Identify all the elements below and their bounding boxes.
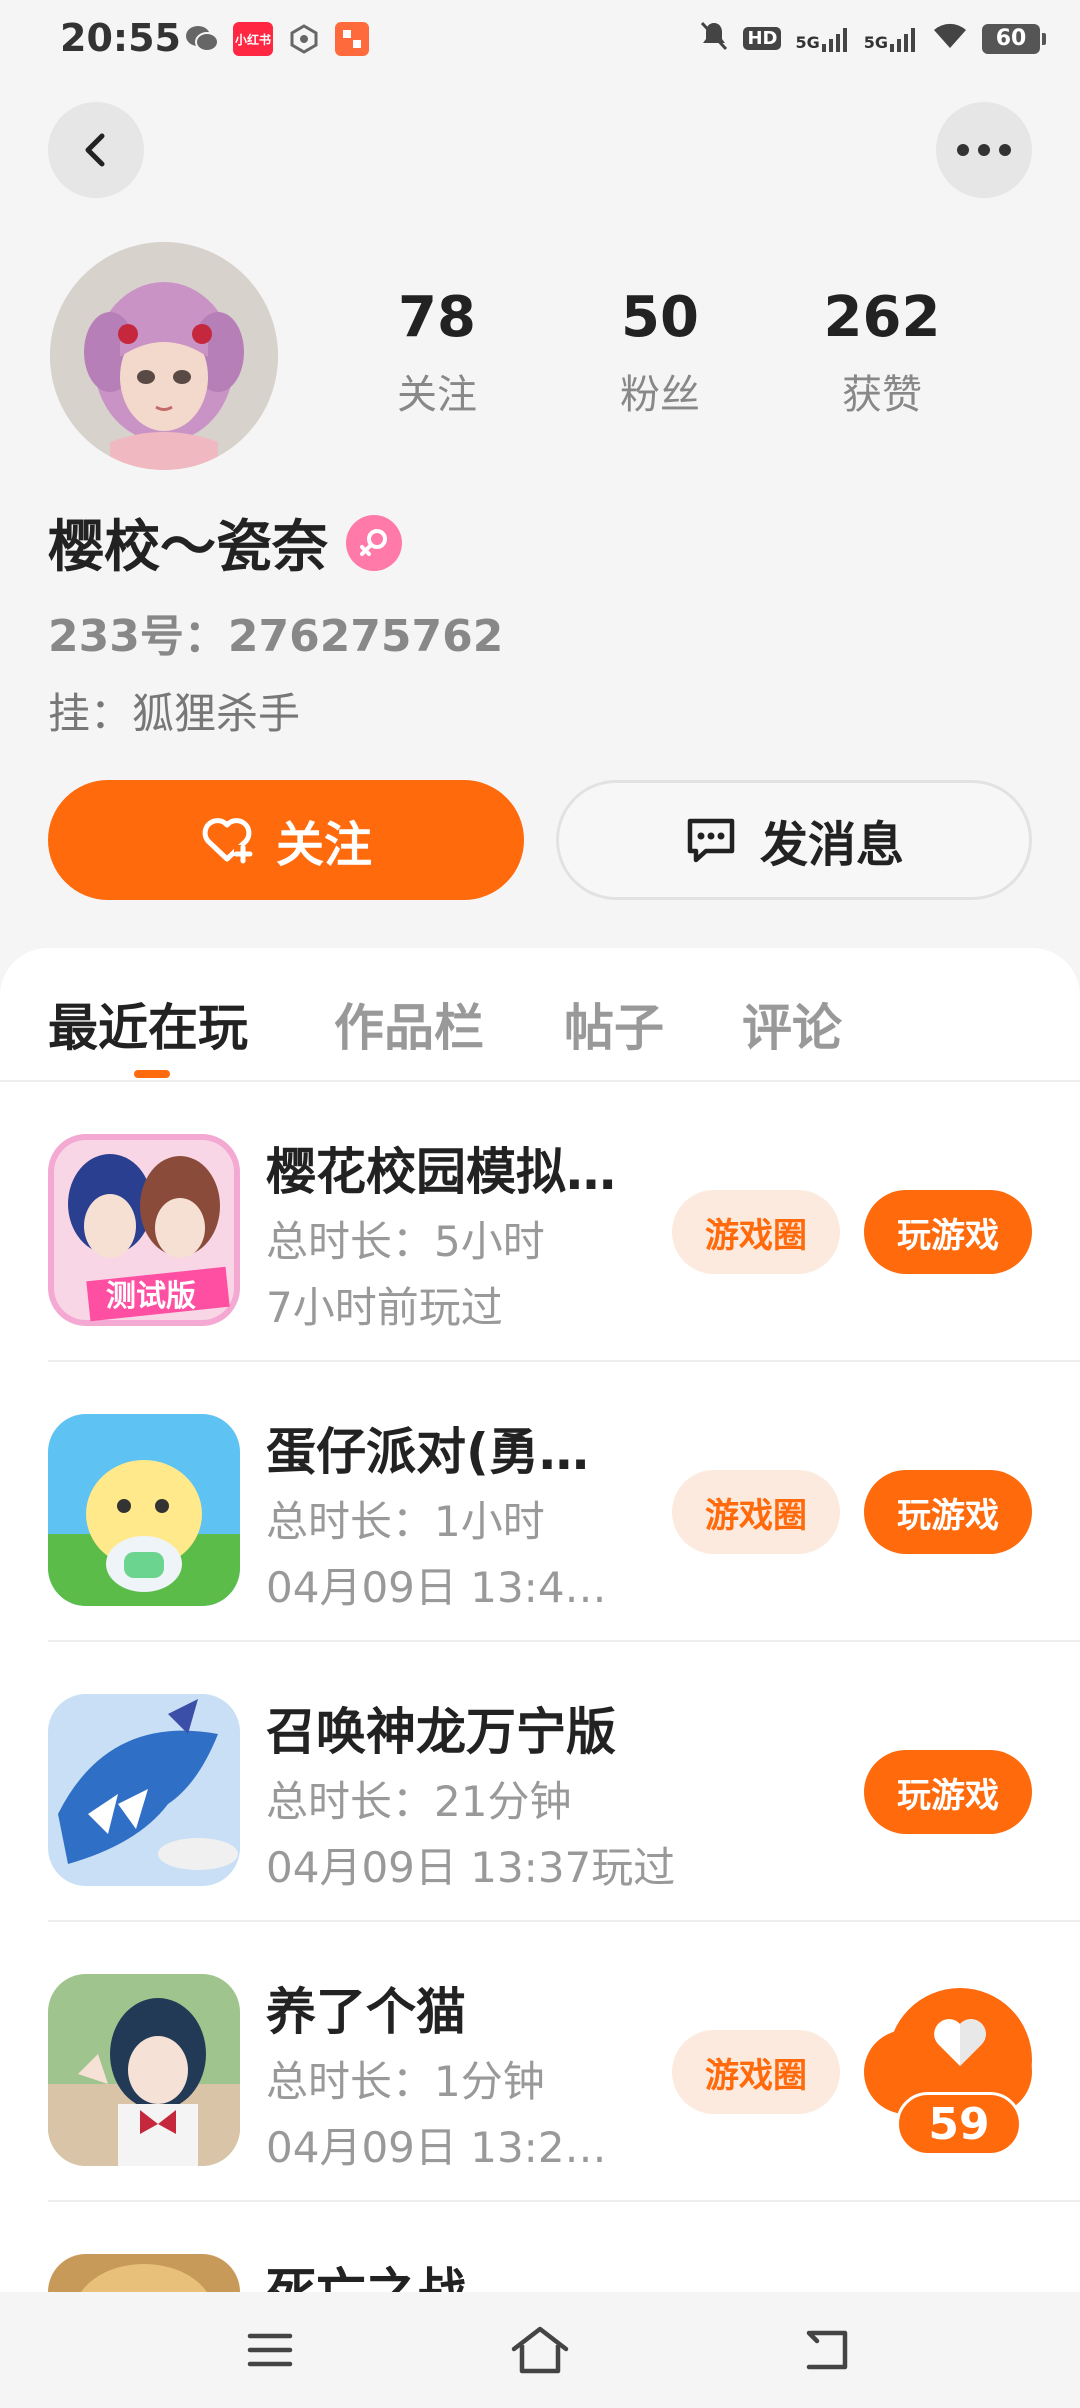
tab-works[interactable]: 作品栏 xyxy=(334,988,484,1060)
hexagon-icon xyxy=(287,22,321,56)
chevron-left-icon xyxy=(85,133,105,167)
name-row: 樱校～瓷奈 xyxy=(48,502,402,583)
fans-count: 50 xyxy=(621,285,699,350)
game-circle-button[interactable]: 游戏圈 xyxy=(672,2030,840,2114)
game-last-played: 7小时前玩过 xyxy=(266,1283,503,1332)
stat-following[interactable]: 78 关注 xyxy=(337,290,537,420)
app-icon xyxy=(335,22,369,56)
play-game-button[interactable]: 玩游戏 xyxy=(864,1750,1032,1834)
system-nav-bar xyxy=(0,2292,1080,2408)
game-title: 死亡之战 xyxy=(266,2263,466,2292)
xiaohongshu-icon: 小红书 xyxy=(233,22,273,56)
game-title: 蛋仔派对(勇… xyxy=(266,1423,589,1481)
game-title: 樱花校园模拟… xyxy=(266,1143,616,1201)
game-icon-eggy[interactable] xyxy=(48,1414,240,1606)
like-count-badge: 59 xyxy=(896,2092,1022,2156)
mute-icon xyxy=(699,20,729,57)
tab-indicator xyxy=(134,1070,170,1078)
tab-posts[interactable]: 帖子 xyxy=(564,988,664,1060)
female-icon xyxy=(346,514,402,571)
tab-comments[interactable]: 评论 xyxy=(742,988,842,1060)
tab-recently-played[interactable]: 最近在玩 xyxy=(48,988,248,1060)
game-duration: 总时长：1分钟 xyxy=(266,2057,545,2106)
following-count: 78 xyxy=(398,285,476,350)
play-game-button[interactable]: 玩游戏 xyxy=(864,1190,1032,1274)
wifi-icon xyxy=(932,22,968,55)
game-item[interactable]: 测试版 樱花校园模拟… 总时长：5小时 7小时前玩过 游戏圈 玩游戏 xyxy=(0,1082,1080,1362)
status-right: HD 5G 5G 60 xyxy=(699,20,1046,57)
menu-icon[interactable] xyxy=(240,2322,300,2378)
game-icon-dragon[interactable] xyxy=(48,1694,240,1886)
tab-bar: 最近在玩 作品栏 帖子 评论 xyxy=(0,948,1080,1082)
game-last-played: 04月09日 13:37玩过 xyxy=(266,1843,676,1892)
follow-label: 关注 xyxy=(275,817,372,873)
profile-page: 20:55 小红书 HD 5G 5G 60 78 关注 50 粉丝 262 获赞… xyxy=(0,0,1080,2408)
following-label: 关注 xyxy=(397,372,477,418)
back-button[interactable] xyxy=(48,102,144,198)
status-bar: 20:55 小红书 HD 5G 5G 60 xyxy=(0,0,1080,80)
status-time: 20:55 xyxy=(60,16,181,60)
game-circle-button[interactable]: 游戏圈 xyxy=(672,1470,840,1554)
hd-icon: HD xyxy=(743,27,782,50)
heart-plus-icon xyxy=(200,815,254,865)
game-duration: 总时长：1小时 xyxy=(266,1497,545,1546)
avatar[interactable] xyxy=(50,242,278,470)
svg-text:测试版: 测试版 xyxy=(106,1279,196,1314)
game-duration: 总时长：21分钟 xyxy=(266,1777,572,1826)
game-icon-cat[interactable] xyxy=(48,1974,240,2166)
game-last-played: 04月09日 13:4… xyxy=(266,1563,607,1612)
back-nav-icon[interactable] xyxy=(796,2322,856,2378)
game-duration: 总时长：5小时 xyxy=(266,1217,545,1266)
game-title: 召唤神龙万宁版 xyxy=(266,1703,616,1761)
game-icon-sakura[interactable]: 测试版 xyxy=(48,1134,240,1326)
likes-label: 获赞 xyxy=(842,372,922,418)
stat-likes[interactable]: 262 获赞 xyxy=(782,290,982,420)
user-id: 233号：276275762 xyxy=(48,611,504,662)
likes-count: 262 xyxy=(823,285,941,350)
user-signature: 挂：狐狸杀手 xyxy=(48,689,301,738)
game-circle-button[interactable]: 游戏圈 xyxy=(672,1190,840,1274)
more-options-button[interactable] xyxy=(936,102,1032,198)
network-5g-2: 5G xyxy=(864,26,918,52)
more-dots-icon xyxy=(957,144,1011,156)
game-title: 养了个猫 xyxy=(266,1983,466,2041)
battery-icon: 60 xyxy=(982,23,1046,54)
message-button[interactable]: 发消息 xyxy=(556,780,1032,900)
stat-fans[interactable]: 50 粉丝 xyxy=(560,290,760,420)
user-name: 樱校～瓷奈 xyxy=(48,515,328,580)
game-icon-war[interactable] xyxy=(48,2254,240,2292)
fans-label: 粉丝 xyxy=(620,372,700,418)
game-item[interactable]: 召唤神龙万宁版 总时长：21分钟 04月09日 13:37玩过 玩游戏 xyxy=(0,1642,1080,1922)
network-5g-1: 5G xyxy=(795,26,849,52)
play-game-button[interactable]: 玩游戏 xyxy=(864,1470,1032,1554)
chat-bubble-icon xyxy=(684,815,738,865)
home-icon[interactable] xyxy=(510,2322,570,2378)
game-item[interactable]: 蛋仔派对(勇… 总时长：1小时 04月09日 13:4… 游戏圈 玩游戏 xyxy=(0,1362,1080,1642)
game-last-played: 04月09日 13:2… xyxy=(266,2123,607,2172)
status-app-icons: 小红书 xyxy=(185,22,369,56)
wechat-icon xyxy=(185,22,219,56)
message-label: 发消息 xyxy=(759,817,904,873)
game-item[interactable]: 死亡之战 xyxy=(0,2202,1080,2292)
follow-button[interactable]: 关注 xyxy=(48,780,524,900)
heart-icon xyxy=(934,2019,986,2066)
